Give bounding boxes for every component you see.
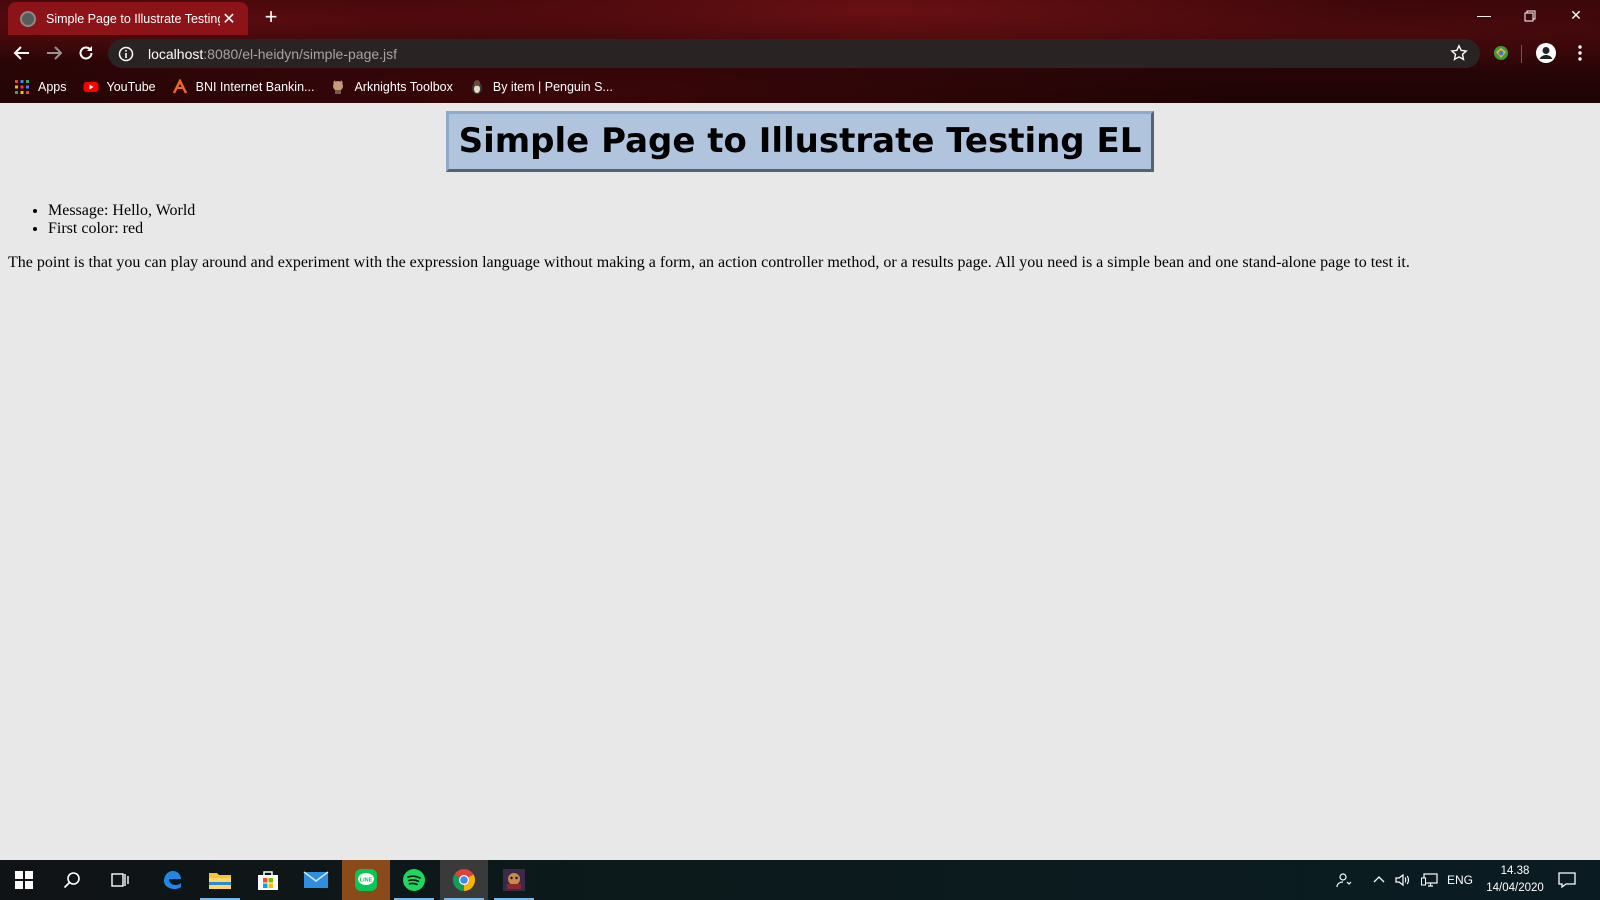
page-title: Simple Page to Illustrate Testing EL	[445, 111, 1155, 172]
page-favicon-icon	[20, 10, 36, 27]
game-app-icon	[503, 869, 525, 891]
more-vertical-icon	[1578, 45, 1582, 61]
mail-icon	[303, 871, 329, 888]
folder-icon	[209, 873, 231, 889]
address-bar[interactable]: localhost:8080/el-heidyn/simple-page.jsf	[108, 39, 1480, 68]
bookmarks-bar: Apps YouTube BNI Internet Bankin... Arkn…	[0, 71, 1600, 102]
minimize-button[interactable]: —	[1461, 0, 1507, 30]
line-app-icon: LINE	[355, 869, 377, 891]
forward-button[interactable]	[40, 39, 68, 67]
extension-icon	[1494, 46, 1508, 60]
restore-button[interactable]	[1507, 0, 1553, 30]
list-item-message: Message: Hello, World	[48, 202, 1600, 220]
browser-toolbar: localhost:8080/el-heidyn/simple-page.jsf	[0, 35, 1600, 71]
bookmark-bni[interactable]: BNI Internet Bankin...	[172, 78, 315, 95]
tab-strip: Simple Page to Illustrate Testing EL ✕ +…	[0, 0, 1600, 35]
arrow-right-icon	[47, 46, 63, 60]
taskbar-chrome[interactable]	[440, 860, 488, 900]
extension-button[interactable]	[1487, 39, 1515, 67]
url-path: :8080/el-heidyn/simple-page.jsf	[203, 45, 398, 62]
tab-close-icon[interactable]: ✕	[220, 9, 238, 29]
taskbar-edge[interactable]	[148, 860, 196, 900]
bookmark-label: YouTube	[106, 79, 156, 94]
people-icon[interactable]	[1336, 860, 1352, 900]
youtube-icon	[83, 81, 98, 92]
info-icon[interactable]	[118, 46, 134, 62]
description-text: The point is that you can play around an…	[8, 254, 1410, 271]
page-content: Simple Page to Illustrate Testing EL Mes…	[0, 103, 1600, 860]
taskbar-line[interactable]: LINE	[342, 860, 390, 900]
url-host: localhost	[148, 45, 204, 62]
taskbar-file-explorer[interactable]	[196, 860, 244, 900]
taskbar-spotify[interactable]	[390, 860, 438, 900]
chrome-icon	[453, 869, 475, 891]
new-tab-button[interactable]: +	[259, 4, 283, 30]
chevron-up-icon[interactable]	[1373, 860, 1385, 900]
title-container: Simple Page to Illustrate Testing EL	[0, 103, 1600, 172]
search-button[interactable]	[48, 860, 96, 900]
bookmark-label: Arknights Toolbox	[354, 79, 453, 94]
taskbar-game[interactable]	[490, 860, 538, 900]
volume-icon[interactable]	[1394, 860, 1410, 900]
browser-chrome: Simple Page to Illustrate Testing EL ✕ +…	[0, 0, 1600, 103]
apps-grid-icon	[15, 79, 29, 94]
clock-date: 14/04/2020	[1486, 882, 1544, 894]
menu-button[interactable]	[1566, 39, 1594, 67]
start-button[interactable]	[0, 860, 48, 900]
bookmark-arknights[interactable]: Arknights Toolbox	[330, 79, 453, 95]
list-item-first-color: First color: red	[48, 220, 1600, 238]
close-window-button[interactable]: ✕	[1553, 0, 1599, 30]
task-view-icon	[111, 873, 129, 887]
restore-icon	[1524, 10, 1536, 22]
bookmark-label: By item | Penguin S...	[492, 79, 613, 94]
tab-title: Simple Page to Illustrate Testing EL	[46, 11, 220, 26]
browser-tab-active[interactable]: Simple Page to Illustrate Testing EL ✕	[8, 2, 248, 35]
bookmark-penguin[interactable]: By item | Penguin S...	[469, 79, 613, 95]
arrow-left-icon	[13, 46, 29, 60]
back-button[interactable]	[8, 39, 36, 67]
edge-icon	[164, 871, 181, 889]
account-icon	[1536, 43, 1556, 63]
windows-taskbar: LINE ENG 14.38 14/04/2020	[0, 860, 1600, 900]
reload-button[interactable]	[72, 39, 100, 67]
store-icon	[258, 871, 278, 890]
bookmark-youtube[interactable]: YouTube	[83, 79, 156, 95]
toolbar-divider	[1521, 45, 1522, 63]
bookmark-label: Apps	[38, 79, 67, 94]
arknights-icon	[333, 79, 344, 94]
windows-logo-icon	[15, 871, 33, 889]
clock[interactable]: 14.38 14/04/2020	[1480, 863, 1550, 897]
profile-button[interactable]	[1532, 39, 1560, 67]
svg-text:LINE: LINE	[360, 878, 373, 884]
clock-time: 14.38	[1500, 865, 1530, 877]
network-icon[interactable]	[1421, 860, 1439, 900]
taskbar-mail[interactable]	[292, 860, 340, 900]
url-text: localhost:8080/el-heidyn/simple-page.jsf	[148, 46, 397, 62]
spotify-icon	[403, 869, 425, 891]
bni-icon	[172, 78, 187, 94]
taskbar-store[interactable]	[244, 860, 292, 900]
reload-icon	[79, 46, 93, 60]
values-list: Message: Hello, World First color: red	[48, 202, 1600, 238]
bookmark-star-icon[interactable]	[1450, 44, 1468, 67]
bookmark-label: BNI Internet Bankin...	[195, 79, 315, 94]
bookmark-apps[interactable]: Apps	[14, 79, 67, 95]
task-view-button[interactable]	[96, 860, 144, 900]
search-icon	[63, 872, 80, 889]
language-indicator[interactable]: ENG	[1447, 860, 1473, 900]
penguin-icon	[471, 79, 482, 94]
notifications-icon[interactable]	[1558, 860, 1576, 900]
